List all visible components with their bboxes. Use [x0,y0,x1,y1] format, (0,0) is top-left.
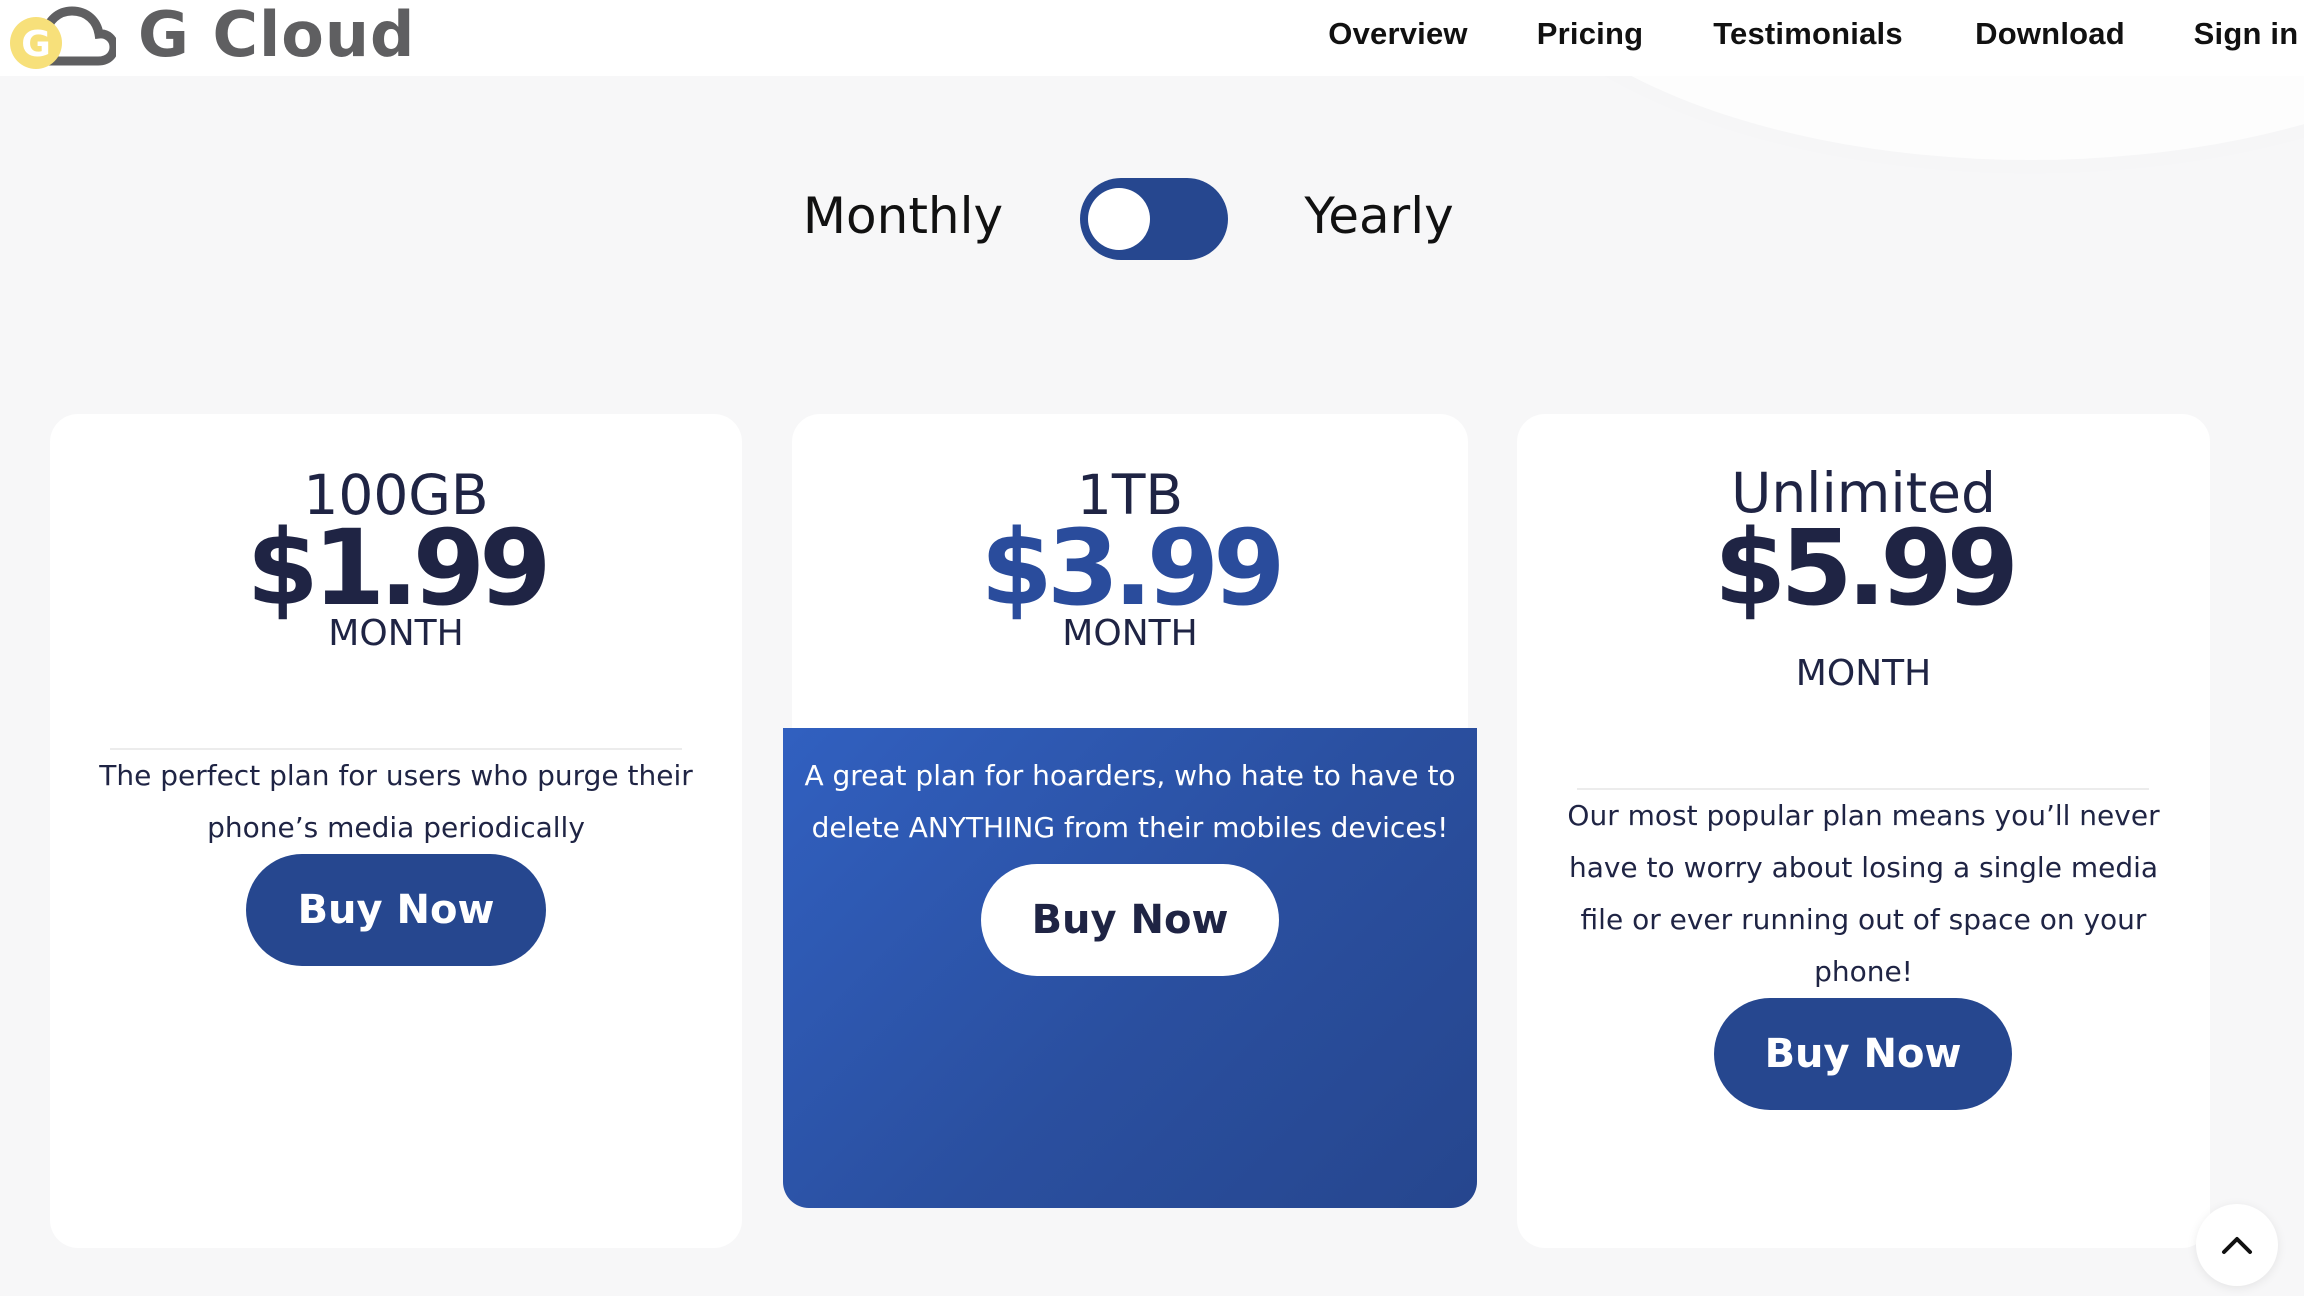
buy-now-button-100gb[interactable]: Buy Now [246,854,546,966]
top-navbar: G G Cloud Overview Pricing Testimonials … [0,0,2304,76]
description-line: phone’s media periodically [207,811,585,844]
buy-now-button-unlimited[interactable]: Buy Now [1714,998,2012,1110]
chevron-up-icon [2222,1237,2252,1254]
nav-download[interactable]: Download [1975,16,2125,52]
scroll-to-top-button[interactable] [2196,1204,2278,1286]
brand-name: G Cloud [138,0,416,71]
billing-toggle-row: Monthly Yearly [0,175,2304,265]
logo-letter: G [21,24,51,65]
plan-period: MONTH [328,613,464,654]
plan-description: Our most popular plan means you’ll never… [1537,790,2190,998]
billing-period-switch[interactable] [1080,178,1228,260]
plan-price: $3.99 [980,507,1286,629]
plan-period: MONTH [1795,653,1932,694]
plan-price: $5.99 [1714,507,2019,629]
nav-pricing[interactable]: Pricing [1537,16,1643,52]
nav-testimonials[interactable]: Testimonials [1713,16,1903,52]
highlighted-plan-panel: A great plan for hoarders, who hate to h… [783,728,1477,1208]
monthly-label[interactable]: Monthly [803,187,1003,245]
plan-card-100gb: 100GB $1.99 MONTH The perfect plan for u… [50,414,742,1248]
plan-description: The perfect plan for users who purge the… [70,750,722,854]
description-line: A great plan for hoarders, who hate to h… [804,759,1456,792]
plan-period: MONTH [1062,613,1198,654]
cloud-logo-icon: G [10,6,116,69]
description-line: delete ANYTHING from their mobiles devic… [811,811,1449,844]
description-line: file or ever running out of space on you… [1580,903,2147,936]
description-line: phone! [1814,955,1913,988]
plan-card-1tb: 1TB $3.99 MONTH [792,414,1468,754]
description-line: The perfect plan for users who purge the… [99,759,693,792]
nav-sign-in[interactable]: Sign in [2194,16,2299,52]
description-line: have to worry about losing a single medi… [1568,851,2159,884]
plan-card-unlimited: Unlimited $5.99 MONTH Our most popular p… [1517,414,2210,1248]
nav-overview[interactable]: Overview [1328,16,1467,52]
buy-now-button-1tb[interactable]: Buy Now [981,864,1279,976]
plan-price: $1.99 [246,507,552,629]
yearly-label[interactable]: Yearly [1304,187,1453,245]
plan-description: A great plan for hoarders, who hate to h… [793,750,1467,854]
description-line: Our most popular plan means you’ll never [1567,799,2160,832]
switch-knob [1088,188,1150,250]
brand-logo[interactable]: G G Cloud [6,0,415,76]
